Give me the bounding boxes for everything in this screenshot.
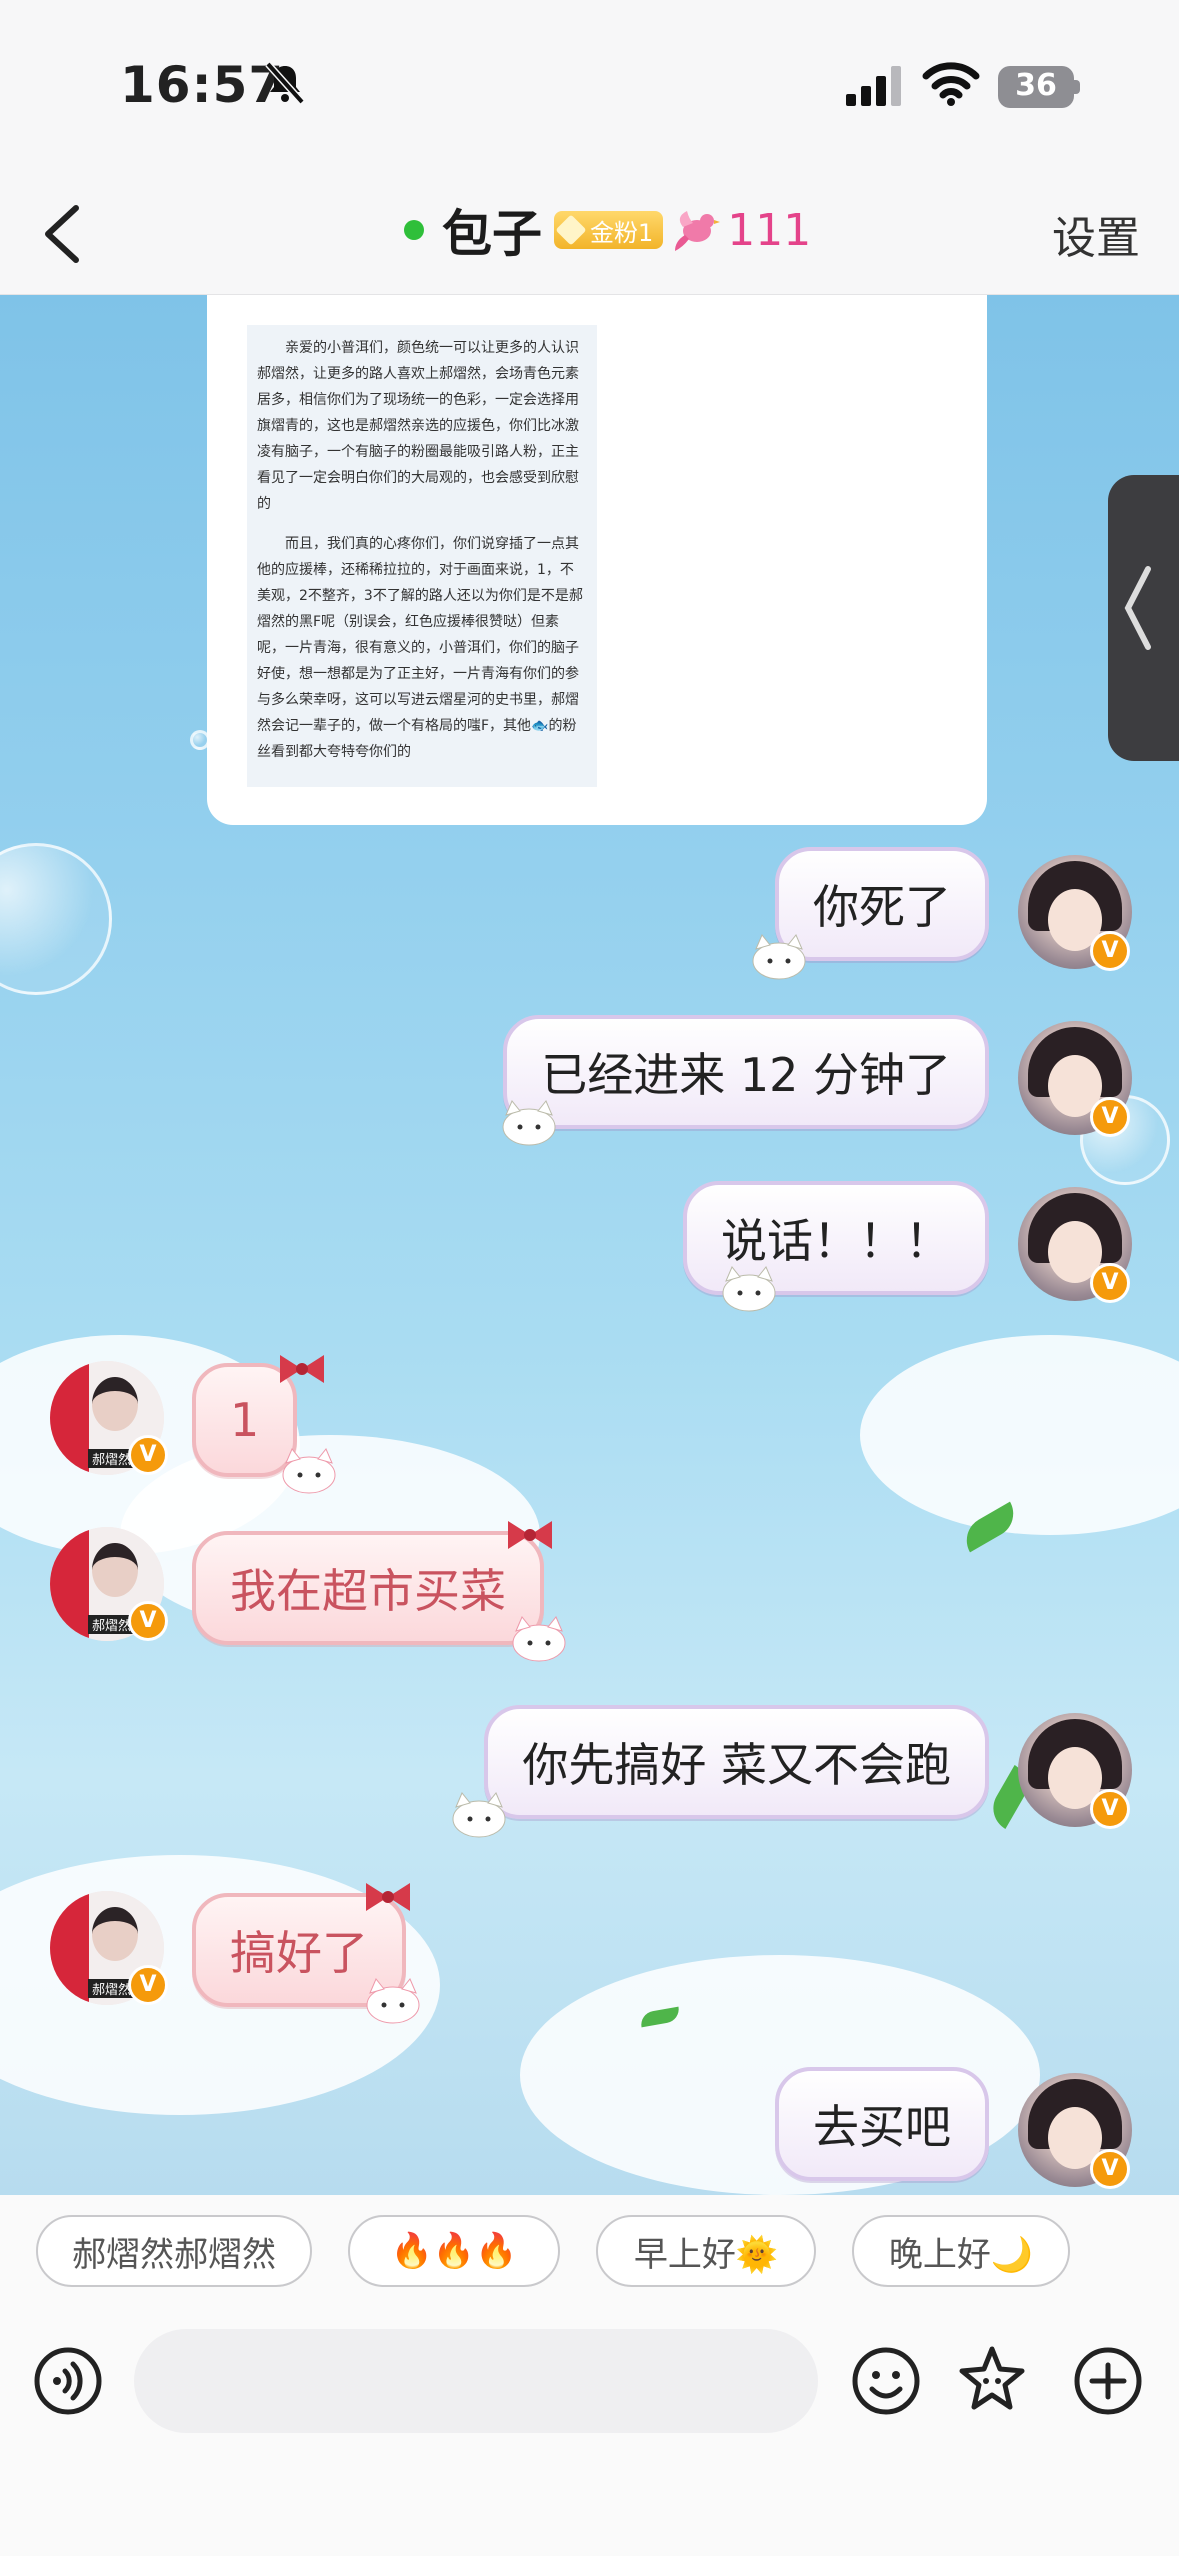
smile-icon[interactable] — [850, 2345, 922, 2417]
kitty-sticker-icon — [722, 1266, 776, 1312]
kitty-sticker-icon — [452, 1792, 506, 1838]
quick-reply-chip[interactable]: 🔥🔥🔥 — [348, 2215, 560, 2287]
verified-badge-icon: V — [128, 1601, 168, 1641]
fan-level-badge: 金粉1 — [554, 211, 664, 249]
battery-indicator: 36 — [998, 66, 1080, 108]
status-bar: 16:57 36 — [0, 0, 1179, 170]
quick-reply-chip[interactable]: 晚上好🌙 — [852, 2215, 1070, 2287]
quick-reply-bar: 郝熠然郝熠然 🔥🔥🔥 早上好🌞 晚上好🌙 — [0, 2195, 1179, 2315]
message-input-bar — [0, 2315, 1179, 2556]
red-bow-icon — [280, 1355, 324, 1383]
online-status-dot — [404, 220, 424, 240]
verified-badge-icon: V — [1090, 2149, 1130, 2189]
muted-bell-icon — [265, 61, 305, 105]
verified-badge-icon: V — [128, 1435, 168, 1475]
image-message[interactable]: 亲爱的小普洱们，颜色统一可以让更多的人认识郝熠然，让更多的路人喜欢上郝熠然，会场… — [207, 295, 987, 825]
verified-badge-icon: V — [1090, 1789, 1130, 1829]
verified-badge-icon: V — [1090, 1097, 1130, 1137]
message-bubble-self[interactable]: 你先搞好 菜又不会跑 — [484, 1705, 989, 1819]
message-bubble-self[interactable]: 去买吧 — [775, 2067, 989, 2181]
chat-title-group[interactable]: 包子 金粉1 111 — [404, 194, 811, 266]
chat-title: 包子 — [442, 205, 542, 263]
message-input[interactable] — [134, 2329, 818, 2433]
chevron-left-icon[interactable] — [28, 194, 98, 274]
bird-icon — [675, 211, 721, 251]
quick-reply-chip[interactable]: 郝熠然郝熠然 — [36, 2215, 312, 2287]
verified-badge-icon: V — [1090, 931, 1130, 971]
red-bow-icon — [508, 1521, 552, 1549]
gem-icon — [555, 214, 587, 246]
side-drawer-handle[interactable] — [1108, 475, 1179, 761]
level-number: 111 — [727, 204, 812, 256]
soap-bubble-decoration — [0, 843, 112, 995]
verified-badge-icon: V — [1090, 1263, 1130, 1303]
kitty-sticker-icon — [502, 1100, 556, 1146]
kitty-sticker-icon — [752, 934, 806, 980]
cloud-decoration — [860, 1335, 1179, 1535]
chevron-left-icon — [1124, 566, 1151, 650]
cellular-signal-icon — [846, 66, 901, 106]
voice-icon[interactable] — [32, 2345, 104, 2417]
chat-header: 包子 金粉1 111 设置 — [0, 170, 1179, 295]
settings-link[interactable]: 设置 — [1052, 202, 1140, 266]
chat-area[interactable]: 亲爱的小普洱们，颜色统一可以让更多的人认识郝熠然，让更多的路人喜欢上郝熠然，会场… — [0, 295, 1179, 2195]
star-icon[interactable] — [956, 2343, 1028, 2415]
plus-icon[interactable] — [1072, 2345, 1144, 2417]
kitty-sticker-icon — [366, 1978, 420, 2024]
battery-percent: 36 — [1015, 68, 1057, 103]
message-bubble-other[interactable]: 我在超市买菜 — [192, 1531, 544, 1645]
text-screenshot-image: 亲爱的小普洱们，颜色统一可以让更多的人认识郝熠然，让更多的路人喜欢上郝熠然，会场… — [247, 325, 597, 787]
red-bow-icon — [366, 1883, 410, 1911]
message-bubble-self[interactable]: 已经进来 12 分钟了 — [503, 1015, 989, 1129]
verified-badge-icon: V — [128, 1965, 168, 2005]
wifi-icon — [922, 62, 980, 106]
kitty-sticker-icon — [512, 1616, 566, 1662]
quick-reply-chip[interactable]: 早上好🌞 — [596, 2215, 816, 2287]
kitty-sticker-icon — [282, 1448, 336, 1494]
status-time: 16:57 — [120, 56, 285, 114]
